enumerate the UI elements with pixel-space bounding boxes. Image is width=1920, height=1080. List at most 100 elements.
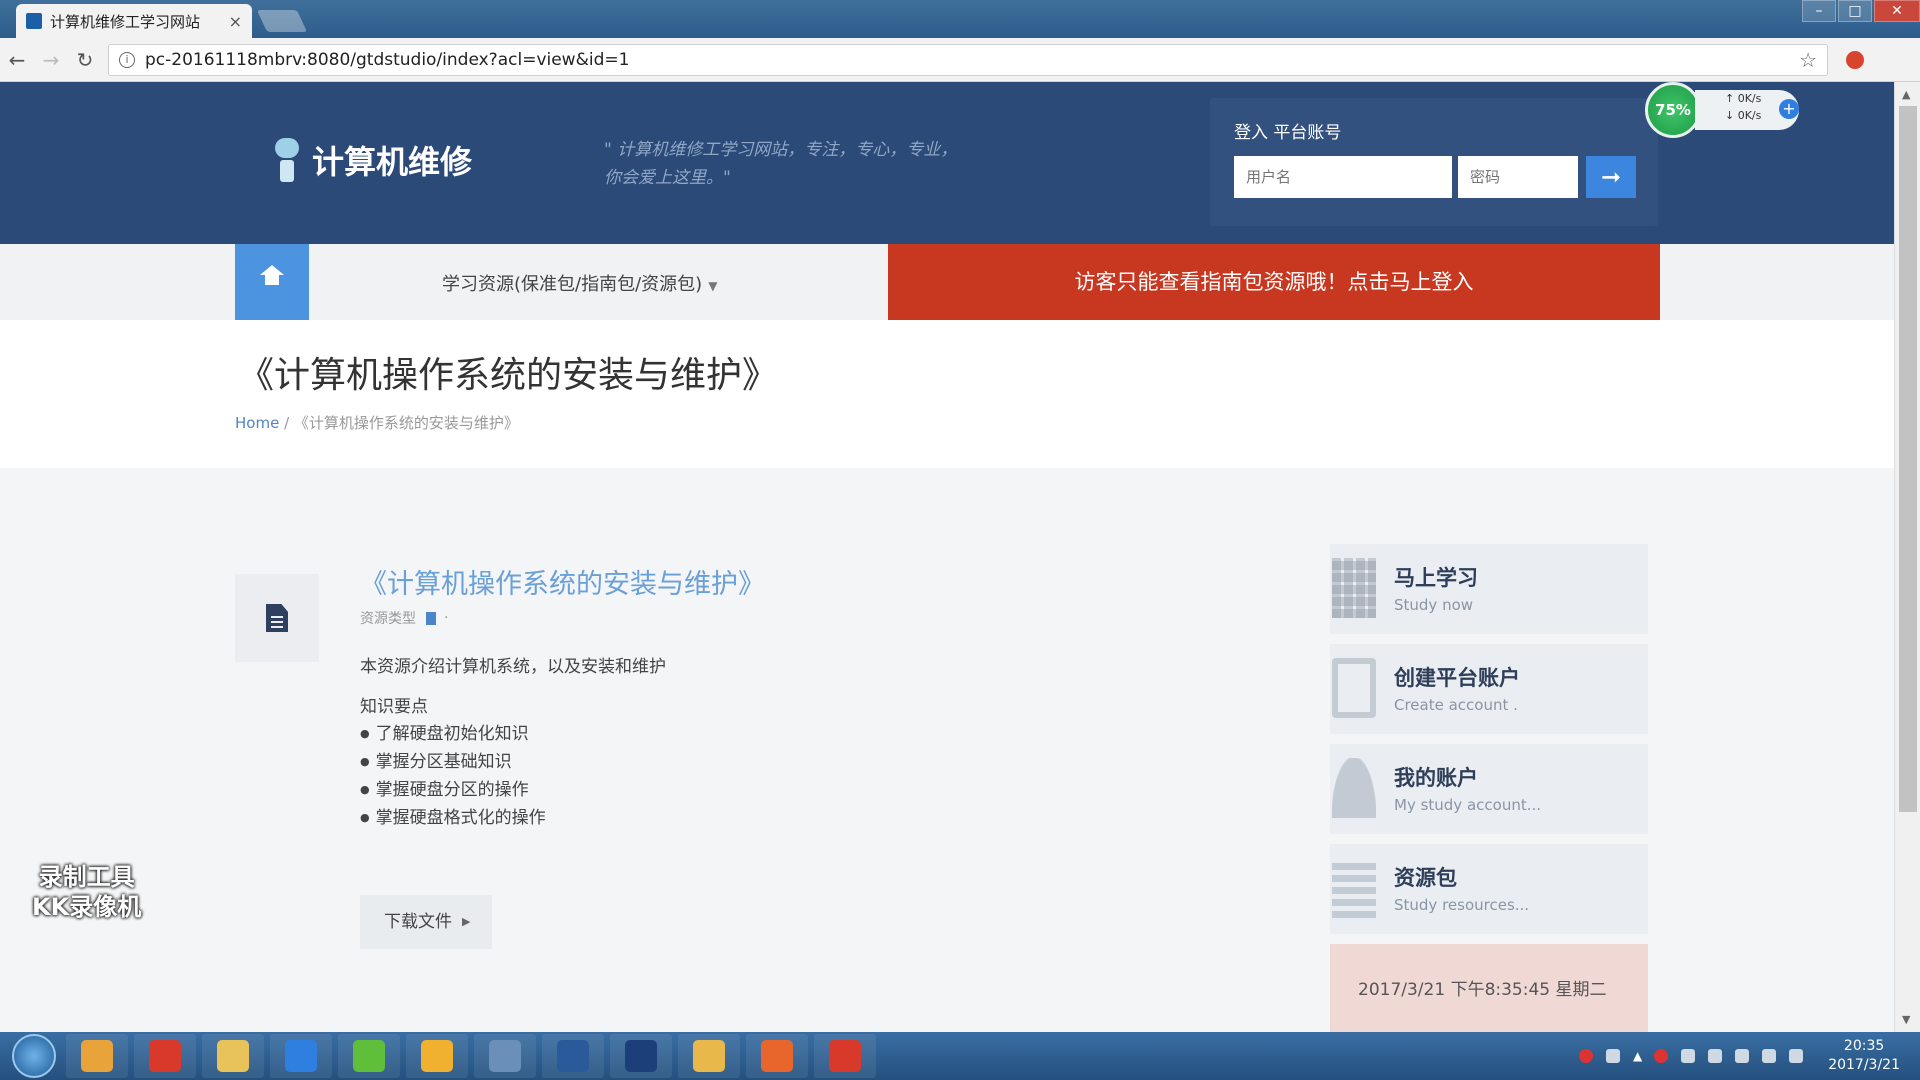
close-window-button[interactable]: ✕ xyxy=(1874,0,1920,22)
taskbar-app-kk-recorder[interactable] xyxy=(814,1034,876,1078)
tab-title: 计算机维修工学习网站 xyxy=(50,12,201,31)
login-submit-button[interactable]: ➞ xyxy=(1586,156,1636,198)
sidebar-item-subtitle: My study account... xyxy=(1394,796,1542,814)
watermark-line-2: KK录像机 xyxy=(32,893,142,921)
paint-app-icon xyxy=(693,1040,725,1072)
guest-login-banner[interactable]: 访客只能查看指南包资源哦！点击马上登入 xyxy=(888,244,1660,320)
qq-icon[interactable] xyxy=(1681,1049,1696,1063)
site-logo[interactable]: 计算机维修 xyxy=(272,134,472,186)
caret-down-icon: ▼ xyxy=(708,279,718,293)
taskbar-app-file-explorer[interactable] xyxy=(202,1034,264,1078)
main-navbar: 学习资源(保准包/指南包/资源包) ▼ 访客只能查看指南包资源哦！点击马上登入 xyxy=(0,244,1894,320)
sidebar-item-resources[interactable]: 资源包 Study resources... xyxy=(1330,844,1648,934)
sidebar-item-subtitle: Study resources... xyxy=(1394,896,1530,914)
add-icon[interactable]: + xyxy=(1779,99,1799,119)
password-input[interactable] xyxy=(1458,156,1578,198)
file-type-icon xyxy=(426,611,436,625)
site-header: 计算机维修 " 计算机维修工学习网站，专注，专心，专业， 你会爱上这里。" 登入… xyxy=(0,82,1894,244)
taskbar-app-volume-app[interactable] xyxy=(406,1034,468,1078)
checkbox-icon xyxy=(1332,658,1376,718)
taskbar-app-green-app[interactable] xyxy=(338,1034,400,1078)
taskbar-app-paint-app[interactable] xyxy=(678,1034,740,1078)
tray-expand-icon[interactable]: ▲ xyxy=(1633,1049,1642,1063)
breadcrumb: Home / 《计算机操作系统的安装与维护》 xyxy=(235,412,519,433)
sidebar-item-subtitle: Create account . xyxy=(1394,696,1518,714)
taskbar-apps xyxy=(66,1034,882,1078)
taskbar-app-netease-music[interactable] xyxy=(134,1034,196,1078)
taskbar-clock[interactable]: 20:35 2017/3/21 xyxy=(1828,1037,1900,1075)
sogou-input-icon[interactable] xyxy=(1578,1049,1593,1063)
login-title: 登入 平台账号 xyxy=(1234,123,1342,143)
browser-titlebar: 计算机维修工学习网站 × – □ ✕ xyxy=(0,0,1920,38)
scrollbar-thumb[interactable] xyxy=(1899,106,1917,812)
list-item: 了解硬盘初始化知识 xyxy=(360,720,546,748)
login-panel: 登入 平台账号 ➞ xyxy=(1210,98,1658,226)
resource-type-label: 资源类型 xyxy=(360,611,416,627)
speaker-icon[interactable] xyxy=(1789,1049,1804,1063)
resource-icon-box xyxy=(235,574,319,662)
memory-percent-badge: 75% xyxy=(1645,82,1701,138)
new-tab-button[interactable] xyxy=(256,10,308,32)
bookmark-star-icon[interactable]: ☆ xyxy=(1799,48,1817,72)
key-points-title: 知识要点 xyxy=(360,697,428,717)
back-icon[interactable]: ← xyxy=(0,48,34,72)
taskbar-app-image-viewer[interactable] xyxy=(474,1034,536,1078)
usb-icon[interactable] xyxy=(1708,1049,1723,1063)
forward-icon[interactable]: → xyxy=(34,48,68,72)
clock-time: 20:35 xyxy=(1843,1038,1885,1054)
wps-presentation-icon xyxy=(761,1040,793,1072)
taskbar-app-photoshop[interactable] xyxy=(610,1034,672,1078)
security-icon[interactable] xyxy=(1654,1049,1669,1063)
chrome-icon xyxy=(81,1040,113,1072)
minimize-button[interactable]: – xyxy=(1802,0,1836,22)
kk-recorder-icon xyxy=(829,1040,861,1072)
home-button[interactable] xyxy=(235,244,309,320)
breadcrumb-separator: / xyxy=(279,414,294,432)
scroll-up-icon[interactable]: ▲ xyxy=(1902,88,1910,101)
download-file-button[interactable]: 下载文件 ▶ xyxy=(360,895,492,949)
sidebar-item-my-account[interactable]: 我的账户 My study account... xyxy=(1330,744,1648,834)
windows-taskbar: ▲ 20:35 2017/3/21 xyxy=(0,1032,1920,1080)
tab-close-icon[interactable]: × xyxy=(229,12,242,31)
recorder-watermark: 录制工具 KK录像机 xyxy=(32,862,141,922)
battery-icon[interactable] xyxy=(1605,1049,1620,1063)
window-controls: – □ ✕ xyxy=(1800,0,1920,22)
taskbar-app-wps-presentation[interactable] xyxy=(746,1034,808,1078)
nav-resources-label: 学习资源(保准包/指南包/资源包) xyxy=(442,274,703,295)
resource-title[interactable]: 《计算机操作系统的安装与维护》 xyxy=(360,562,765,601)
extension-icon[interactable] xyxy=(1846,50,1864,69)
info-icon[interactable]: i xyxy=(119,51,135,68)
favicon-icon xyxy=(26,13,42,29)
slogan: " 计算机维修工学习网站，专注，专心，专业， 你会爱上这里。" xyxy=(604,136,957,192)
monitor-icon[interactable] xyxy=(1762,1049,1777,1063)
stack-icon xyxy=(1332,858,1376,918)
sidebar-item-title: 资源包 xyxy=(1394,866,1457,890)
page-scrollbar[interactable]: ▲ ▼ xyxy=(1894,82,1920,1032)
taskbar-app-chrome[interactable] xyxy=(66,1034,128,1078)
scroll-down-icon[interactable]: ▼ xyxy=(1902,1013,1910,1026)
sidebar-item-study-now[interactable]: 马上学习 Study now xyxy=(1330,544,1648,634)
page-title-section: 《计算机操作系统的安装与维护》 Home / 《计算机操作系统的安装与维护》 xyxy=(0,320,1894,468)
browser-tab[interactable]: 计算机维修工学习网站 × xyxy=(16,4,252,38)
sidebar-item-title: 创建平台账户 xyxy=(1394,666,1520,690)
network-icon[interactable] xyxy=(1735,1049,1750,1063)
file-explorer-icon xyxy=(217,1040,249,1072)
key-points-list: 了解硬盘初始化知识 掌握分区基础知识 掌握硬盘分区的操作 掌握硬盘格式化的操作 xyxy=(360,720,546,832)
script-app-icon xyxy=(557,1040,589,1072)
taskbar-app-script-app[interactable] xyxy=(542,1034,604,1078)
start-button[interactable] xyxy=(12,1034,56,1078)
nav-resources-menu[interactable]: 学习资源(保准包/指南包/资源包) ▼ xyxy=(442,270,717,296)
username-input[interactable] xyxy=(1234,156,1452,198)
taskbar-app-wps-writer[interactable] xyxy=(270,1034,332,1078)
sidebar-item-create-account[interactable]: 创建平台账户 Create account . xyxy=(1330,644,1648,734)
system-tray: ▲ 20:35 2017/3/21 xyxy=(1578,1032,1900,1080)
url-input[interactable]: i pc-20161118mbrv:8080/gtdstudio/index?a… xyxy=(108,43,1828,76)
sidebar-item-title: 马上学习 xyxy=(1394,566,1478,590)
user-icon xyxy=(1332,758,1376,818)
reload-icon[interactable]: ↻ xyxy=(68,48,102,72)
list-item: 掌握硬盘分区的操作 xyxy=(360,776,546,804)
maximize-button[interactable]: □ xyxy=(1838,0,1872,22)
download-label: 下载文件 xyxy=(384,912,452,932)
network-monitor-widget[interactable]: 75% ↑ 0K/s ↓ 0K/s + xyxy=(1645,82,1801,138)
breadcrumb-home-link[interactable]: Home xyxy=(235,414,279,432)
